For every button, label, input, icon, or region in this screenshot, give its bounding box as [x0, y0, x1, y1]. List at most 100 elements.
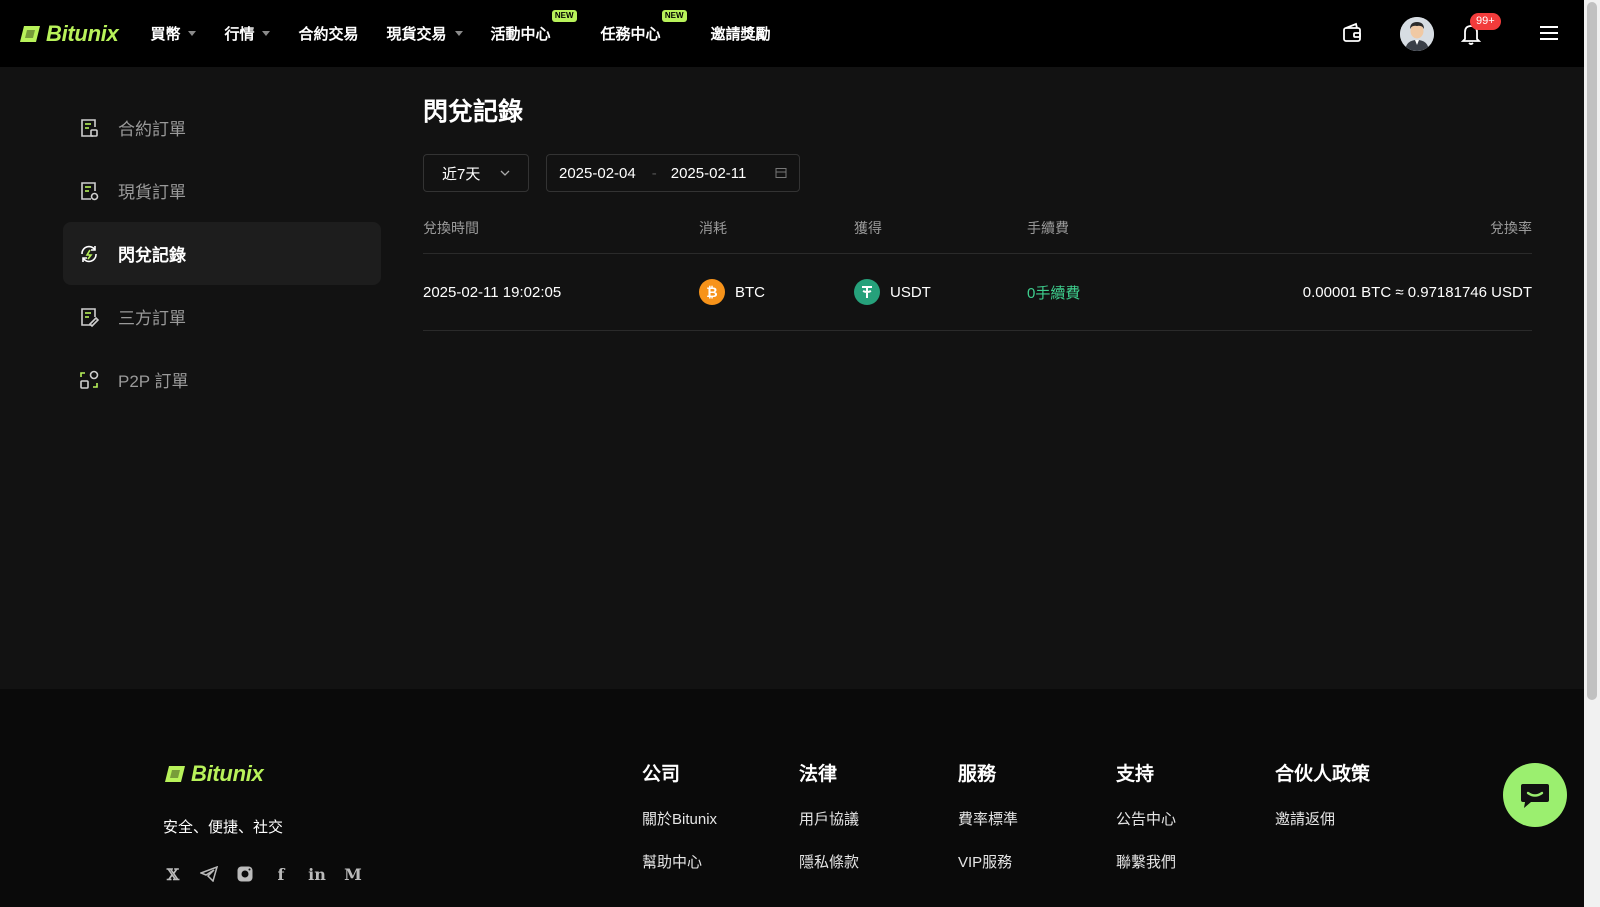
exchange-rate: 0.00001 BTC ≈ 0.97181746 USDT [1302, 283, 1532, 301]
footer-link[interactable]: 費率標準 [958, 808, 1018, 829]
nav-item-label: 現貨交易 [386, 26, 447, 43]
facebook-icon[interactable]: f [271, 864, 291, 884]
footer-link[interactable]: 聯繫我們 [1116, 851, 1176, 872]
date-range-picker[interactable]: 2025-02-04 - 2025-02-11 [546, 154, 800, 192]
footer-column-support: 支持 公告中心 聯繫我們 [1116, 759, 1176, 894]
sidebar-item-label: 閃兌記錄 [118, 246, 186, 265]
period-select-value: 近7天 [442, 165, 481, 183]
btc-icon: ₿ [699, 279, 725, 305]
sidebar-item-label: 現貨訂單 [118, 183, 186, 202]
footer-link[interactable]: 用戶協議 [799, 808, 859, 829]
flash-swap-records: 閃兌記錄 近7天 2025-02-04 - 2025-02-11 兌換時間 消耗… [423, 92, 1532, 331]
sidebar-item-third-party-orders[interactable]: 三方訂單 [63, 285, 381, 348]
linkedin-icon[interactable]: in [307, 864, 327, 884]
footer-column-title: 服務 [958, 764, 997, 785]
wallet-icon[interactable] [1341, 22, 1363, 44]
nav-item-label: 邀請獎勵 [710, 26, 771, 43]
cost-coin-symbol: BTC [735, 283, 765, 301]
footer-column-title: 支持 [1116, 764, 1155, 785]
flash-swap-icon [81, 245, 97, 262]
footer-logo[interactable]: Bitunix [163, 761, 264, 787]
logo-mark-icon [20, 25, 40, 42]
table-header: 兌換時間 消耗 獲得 手續費 兌換率 [423, 218, 1532, 254]
avatar-icon [1400, 17, 1434, 51]
logo-mark-icon [165, 766, 185, 782]
sidebar-item-p2p-orders[interactable]: P2P 訂單 [63, 348, 381, 411]
caret-down-icon [188, 31, 197, 36]
chevron-down-icon [500, 170, 510, 176]
fee-value: 0手續費 [1027, 284, 1081, 302]
nav-item-label: 行情 [224, 26, 255, 43]
hamburger-menu-icon[interactable] [1539, 24, 1559, 42]
sidebar-item-spot-orders[interactable]: 現貨訂單 [63, 159, 381, 222]
footer-column-services: 服務 費率標準 VIP服務 [958, 759, 1018, 894]
nav-item-label: 買幣 [150, 26, 181, 43]
footer-column-partners: 合伙人政策 邀請返佣 [1275, 759, 1370, 851]
swap-time: 2025-02-11 19:02:05 [423, 283, 562, 301]
footer-column-title: 公司 [642, 764, 681, 785]
footer-slogan: 安全、便捷、社交 [163, 819, 284, 836]
sidebar-item-label: P2P 訂單 [118, 372, 189, 391]
nav-item-futures[interactable]: 合約交易 [298, 23, 358, 44]
svg-text:₿: ₿ [706, 285, 717, 300]
spot-order-icon [81, 181, 99, 200]
usdt-icon [854, 279, 880, 305]
notification-count-badge: 99+ [1470, 13, 1501, 30]
footer-column-title: 合伙人政策 [1275, 764, 1371, 785]
nav-item-events[interactable]: 活動中心 NEW [490, 10, 577, 44]
site-footer: Bitunix 安全、便捷、社交 𝕏 f in M 公司 關於Bitunix 幫… [0, 689, 1584, 907]
nav-item-label: 任務中心 [600, 26, 661, 43]
footer-link[interactable]: 幫助中心 [642, 851, 717, 872]
telegram-icon[interactable] [199, 864, 219, 884]
column-header-cost: 消耗 [699, 220, 727, 236]
nav-item-markets[interactable]: 行情 [224, 23, 271, 44]
footer-link[interactable]: 公告中心 [1116, 808, 1176, 829]
footer-link[interactable]: 隱私條款 [799, 851, 859, 872]
logo-text: Bitunix [46, 20, 119, 46]
chat-bubble-icon [1521, 784, 1549, 808]
scrollbar-thumb[interactable] [1587, 2, 1597, 700]
instagram-icon[interactable] [235, 864, 255, 884]
nav-item-tasks[interactable]: 任務中心 NEW [600, 10, 687, 44]
social-links: 𝕏 f in M [163, 864, 379, 884]
period-select[interactable]: 近7天 [423, 154, 529, 192]
cost-coin: ₿ BTC [699, 279, 854, 305]
caret-down-icon [454, 31, 463, 36]
date-separator: - [651, 164, 657, 182]
footer-column-title: 法律 [799, 764, 838, 785]
footer-column-legal: 法律 用戶協議 隱私條款 [799, 759, 859, 894]
column-header-time: 兌換時間 [423, 220, 479, 236]
get-coin: USDT [854, 279, 1027, 305]
date-end[interactable]: 2025-02-11 [671, 165, 747, 182]
logo-text: Bitunix [191, 761, 264, 786]
sidebar-item-contract-orders[interactable]: 合約訂單 [63, 96, 381, 159]
live-chat-button[interactable] [1503, 763, 1567, 827]
nav-item-referral[interactable]: 邀請獎勵 [711, 23, 771, 44]
third-party-order-icon [81, 307, 100, 327]
page-scrollbar[interactable] [1584, 0, 1600, 907]
user-avatar[interactable] [1400, 17, 1434, 51]
medium-icon[interactable]: M [343, 864, 363, 884]
column-header-rate: 兌換率 [1490, 220, 1532, 236]
x-icon[interactable]: 𝕏 [163, 864, 183, 884]
footer-column-company: 公司 關於Bitunix 幫助中心 [642, 759, 717, 894]
footer-link[interactable]: VIP服務 [958, 851, 1018, 872]
brand-logo[interactable]: Bitunix [18, 20, 119, 47]
column-header-get: 獲得 [854, 220, 882, 236]
calendar-icon [775, 168, 787, 178]
filter-bar: 近7天 2025-02-04 - 2025-02-11 [423, 154, 1532, 192]
nav-item-buy-crypto[interactable]: 買幣 [150, 23, 197, 44]
p2p-order-icon [80, 370, 99, 389]
page-title: 閃兌記錄 [423, 98, 524, 126]
caret-down-icon [262, 31, 271, 36]
date-start[interactable]: 2025-02-04 [559, 165, 636, 182]
contract-order-icon [81, 118, 98, 137]
sidebar-item-flash-swap[interactable]: 閃兌記錄 [63, 222, 381, 285]
footer-link[interactable]: 關於Bitunix [642, 808, 717, 829]
new-badge: NEW [661, 10, 687, 22]
new-badge: NEW [551, 10, 577, 22]
footer-link[interactable]: 邀請返佣 [1275, 808, 1370, 829]
nav-item-spot[interactable]: 現貨交易 [387, 23, 463, 44]
nav-item-label: 活動中心 [490, 26, 551, 43]
table-row: 2025-02-11 19:02:05 ₿ BTC USDT 0手續費 0.00… [423, 254, 1532, 331]
